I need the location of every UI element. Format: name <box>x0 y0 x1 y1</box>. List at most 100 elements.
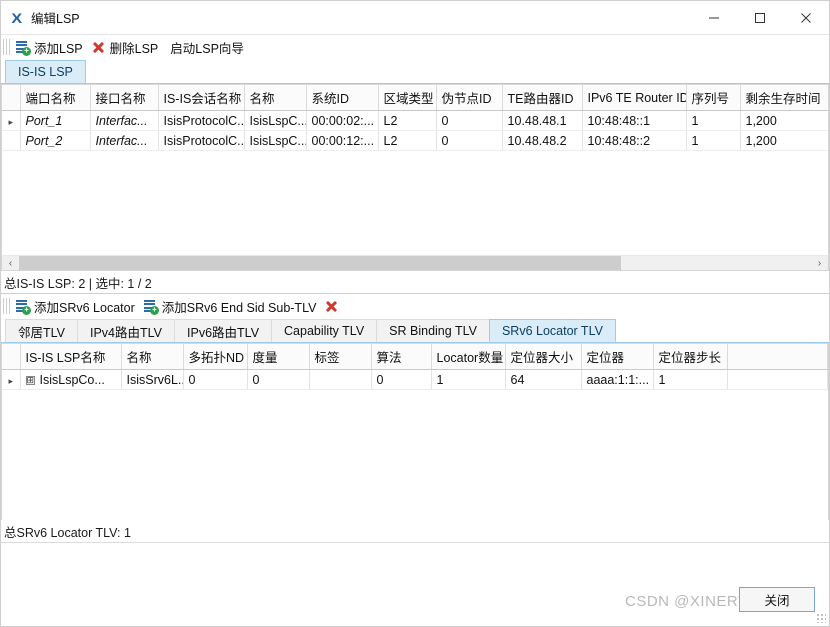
toolbar-grip[interactable] <box>3 298 10 314</box>
tab-ipv4-route-tlv-label: IPv4路由TLV <box>90 325 163 340</box>
close-icon[interactable] <box>783 1 829 35</box>
col-area-type[interactable]: 区域类型 <box>378 84 437 111</box>
table-row[interactable]: ▸ ⊞ IsisLspCo... IsisSrv6L... 0 0 0 1 64 … <box>2 369 828 390</box>
cell-algorithm: 0 <box>371 369 432 390</box>
col-locator[interactable]: 定位器 <box>581 343 654 370</box>
window-title: 编辑LSP <box>31 12 80 26</box>
cell-locator-step: 1 <box>653 369 728 390</box>
cell-interface-name: Interfac... <box>90 130 159 151</box>
scroll-left-arrow-icon[interactable]: ‹ <box>2 256 19 270</box>
cell-area-type: L2 <box>378 130 437 151</box>
cell-filler <box>727 369 828 390</box>
delete-tlv-button[interactable] <box>322 296 349 316</box>
tab-ipv6-route-tlv[interactable]: IPv6路由TLV <box>174 319 273 342</box>
tab-capability-tlv-label: Capability TLV <box>284 324 365 338</box>
tlv-status-bar: 总SRv6 Locator TLV: 1 <box>1 520 829 542</box>
col-algorithm[interactable]: 算法 <box>371 343 432 370</box>
col-locator-count[interactable]: Locator数量 <box>431 343 506 370</box>
cell-pseudonode-id: 0 <box>436 110 503 131</box>
tab-sr-binding-tlv-label: SR Binding TLV <box>389 324 477 338</box>
x-logo-icon: X <box>11 9 22 26</box>
tab-is-is-lsp-label: IS-IS LSP <box>18 64 73 79</box>
window-controls <box>691 1 829 35</box>
add-lsp-label: 添加LSP <box>34 41 83 56</box>
add-lsp-button[interactable]: + 添加LSP <box>13 37 89 57</box>
tab-srv6-locator-tlv[interactable]: SRv6 Locator TLV <box>488 319 616 342</box>
lsp-grid[interactable]: 端口名称 接口名称 IS-IS会话名称 名称 系统ID 区域类型 伪节点ID T… <box>1 84 829 255</box>
col-port-name[interactable]: 端口名称 <box>20 84 91 111</box>
row-selector[interactable]: ▸ <box>2 369 21 390</box>
col-locator-step[interactable]: 定位器步长 <box>653 343 728 370</box>
row-selector[interactable] <box>2 130 21 151</box>
maximize-icon[interactable] <box>737 1 783 35</box>
tab-srv6-locator-tlv-label: SRv6 Locator TLV <box>501 323 603 338</box>
col-locator-size[interactable]: 定位器大小 <box>505 343 582 370</box>
col-isis-session[interactable]: IS-IS会话名称 <box>158 84 245 111</box>
col-flags[interactable]: 标签 <box>309 343 372 370</box>
cell-area-type: L2 <box>378 110 437 131</box>
tab-neighbor-tlv[interactable]: 邻居TLV <box>5 319 78 342</box>
lsp-table: 端口名称 接口名称 IS-IS会话名称 名称 系统ID 区域类型 伪节点ID T… <box>2 84 828 151</box>
tab-ipv4-route-tlv[interactable]: IPv4路由TLV <box>77 319 176 342</box>
table-row[interactable]: Port_2 Interfac... IsisProtocolC... Isis… <box>2 130 828 151</box>
col-name[interactable]: 名称 <box>121 343 184 370</box>
lsp-horizontal-scrollbar[interactable]: ‹ › <box>1 255 829 271</box>
delete-lsp-button[interactable]: 删除LSP <box>89 37 165 57</box>
row-selector[interactable]: ▸ <box>2 110 21 131</box>
col-isis-lsp-name[interactable]: IS-IS LSP名称 <box>20 343 122 370</box>
table-row[interactable]: ▸ Port_1 Interfac... IsisProtocolC... Is… <box>2 110 828 131</box>
cell-remaining-life: 1,200 <box>740 130 828 151</box>
cell-remaining-life: 1,200 <box>740 110 828 131</box>
tlv-toolbar: + 添加SRv6 Locator + 添加SRv6 End Sid Sub-TL… <box>1 294 829 318</box>
cell-te-router-id: 10.48.48.2 <box>502 130 583 151</box>
tab-is-is-lsp[interactable]: IS-IS LSP <box>5 60 86 83</box>
col-multi-topology-nd[interactable]: 多拓扑ND <box>183 343 248 370</box>
scrollbar-thumb[interactable] <box>19 256 621 270</box>
cell-isis-session: IsisProtocolC... <box>158 110 245 131</box>
cell-name: IsisLspC... <box>244 130 307 151</box>
resize-grip[interactable] <box>816 613 826 623</box>
add-srv6-end-sid-subtlv-label: 添加SRv6 End Sid Sub-TLV <box>161 300 317 315</box>
lsp-toolbar: + 添加LSP 删除LSP 启动LSP向导 <box>1 35 829 59</box>
row-header-corner <box>2 84 21 111</box>
toolbar-grip[interactable] <box>3 39 10 55</box>
cell-locator-size: 64 <box>505 369 582 390</box>
minimize-icon[interactable] <box>691 1 737 35</box>
close-button[interactable]: 关闭 <box>739 587 815 612</box>
col-ipv6-te-router[interactable]: IPv6 TE Router ID <box>582 84 687 111</box>
edit-lsp-window: X 编辑LSP + 添加LSP 删除LSP 启动LSP向导 IS-IS LSP … <box>0 0 830 627</box>
col-metric[interactable]: 度量 <box>247 343 310 370</box>
cell-sequence-number: 1 <box>686 130 741 151</box>
col-pseudonode-id[interactable]: 伪节点ID <box>436 84 503 111</box>
col-remaining-life[interactable]: 剩余生存时间 <box>740 84 828 111</box>
col-system-id[interactable]: 系统ID <box>306 84 379 111</box>
cell-name: IsisSrv6L... <box>121 369 184 390</box>
tlv-status-text: 总SRv6 Locator TLV: 1 <box>4 525 131 540</box>
cell-port-name: Port_1 <box>20 110 91 131</box>
col-name[interactable]: 名称 <box>244 84 307 111</box>
cell-system-id: 00:00:12:... <box>306 130 379 151</box>
add-srv6-locator-label: 添加SRv6 Locator <box>34 300 135 315</box>
tlv-table: IS-IS LSP名称 名称 多拓扑ND 度量 标签 算法 Locator数量 … <box>2 343 828 390</box>
tab-capability-tlv[interactable]: Capability TLV <box>271 319 378 342</box>
lsp-tabstrip: IS-IS LSP <box>1 59 829 84</box>
lsp-status-bar: 总IS-IS LSP: 2 | 选中: 1 / 2 <box>1 271 829 293</box>
scrollbar-track[interactable] <box>19 256 811 270</box>
add-list-icon: + <box>15 40 31 56</box>
col-te-router-id[interactable]: TE路由器ID <box>502 84 583 111</box>
start-lsp-wizard-button[interactable]: 启动LSP向导 <box>164 37 250 57</box>
add-srv6-locator-button[interactable]: + 添加SRv6 Locator <box>13 296 141 316</box>
col-interface-name[interactable]: 接口名称 <box>90 84 159 111</box>
expand-row-icon[interactable]: ⊞ <box>25 375 35 385</box>
cell-sequence-number: 1 <box>686 110 741 131</box>
tab-sr-binding-tlv[interactable]: SR Binding TLV <box>376 319 490 342</box>
add-list-icon: + <box>15 299 31 315</box>
add-srv6-end-sid-subtlv-button[interactable]: + 添加SRv6 End Sid Sub-TLV <box>141 296 323 316</box>
cell-te-router-id: 10.48.48.1 <box>502 110 583 131</box>
cell-ipv6-te-router: 10:48:48::1 <box>582 110 687 131</box>
scroll-right-arrow-icon[interactable]: › <box>811 256 828 270</box>
cell-multi-topology-nd: 0 <box>183 369 248 390</box>
tlv-grid[interactable]: IS-IS LSP名称 名称 多拓扑ND 度量 标签 算法 Locator数量 … <box>1 343 829 520</box>
close-button-label: 关闭 <box>764 594 790 608</box>
col-sequence-number[interactable]: 序列号 <box>686 84 741 111</box>
